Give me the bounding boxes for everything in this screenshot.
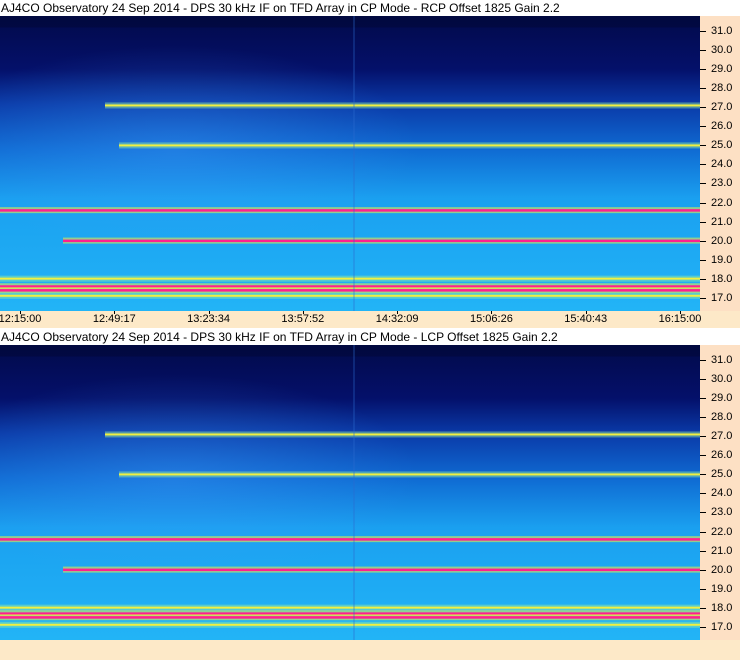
y-tick-mark: [700, 297, 706, 299]
y-tick-mark: [700, 31, 706, 33]
y-tick-label: 23.0: [711, 177, 733, 190]
x-tick-label: 13:23:34: [187, 313, 230, 325]
lcp-spectrogram-canvas: [0, 345, 700, 640]
y-tick-mark: [700, 398, 706, 400]
y-tick-mark: [700, 183, 706, 185]
lcp-time-axis-strip: [0, 640, 740, 660]
y-tick-mark: [700, 436, 706, 438]
emission-band: [0, 538, 700, 541]
rcp-spectrogram-canvas: [0, 16, 700, 311]
emission-band: [0, 616, 700, 619]
y-tick-label: 28.0: [711, 82, 733, 95]
y-tick-label: 31.0: [711, 25, 733, 38]
y-tick-label: 26.0: [711, 449, 733, 462]
y-tick-label: 20.0: [711, 563, 733, 576]
emission-band: [0, 289, 700, 292]
y-tick-mark: [700, 202, 706, 204]
y-tick-label: 17.0: [711, 291, 733, 304]
spectrogram-haze: [0, 345, 700, 640]
x-tick-label: 12:49:17: [92, 313, 136, 325]
y-tick-label: 30.0: [711, 44, 733, 57]
y-tick-label: 22.0: [711, 196, 733, 209]
y-tick-label: 21.0: [711, 544, 733, 557]
y-tick-mark: [700, 512, 706, 514]
y-tick-mark: [700, 379, 706, 381]
y-tick-mark: [700, 50, 706, 52]
y-tick-mark: [700, 588, 706, 590]
x-tick-label: 12:15:00: [0, 313, 42, 325]
y-tick-label: 21.0: [711, 215, 733, 228]
emission-band: [105, 104, 700, 107]
rcp-spectrogram: [0, 16, 700, 311]
y-tick-mark: [700, 240, 706, 242]
spectrogram-haze: [0, 16, 700, 311]
y-tick-label: 28.0: [711, 411, 733, 424]
x-tick-label: 15:06:26: [470, 313, 513, 325]
y-tick-label: 23.0: [711, 506, 733, 519]
spectrogram-top-region: [0, 16, 700, 28]
y-tick-label: 18.0: [711, 272, 733, 285]
emission-band: [63, 568, 700, 572]
y-tick-label: 29.0: [711, 63, 733, 76]
y-tick-label: 30.0: [711, 373, 733, 386]
x-tick-label: 13:57:52: [281, 313, 325, 325]
y-tick-label: 19.0: [711, 582, 733, 595]
rcp-panel-title: AJ4CO Observatory 24 Sep 2014 - DPS 30 k…: [0, 0, 740, 16]
emission-band: [0, 209, 700, 212]
y-tick-label: 31.0: [711, 354, 733, 367]
y-tick-label: 24.0: [711, 487, 733, 500]
y-tick-mark: [700, 626, 706, 628]
spectrogram-top-region: [0, 345, 700, 357]
emission-band: [63, 239, 700, 243]
y-tick-label: 22.0: [711, 525, 733, 538]
y-tick-mark: [700, 607, 706, 609]
y-tick-mark: [700, 360, 706, 362]
y-tick-mark: [700, 550, 706, 552]
y-tick-label: 17.0: [711, 620, 733, 633]
x-tick-label: 16:15:00: [658, 313, 702, 325]
y-tick-label: 25.0: [711, 139, 733, 152]
time-axis: 12:15:00 12:49:17 13:23:34 13:57:52 14:32:09…: [0, 311, 740, 328]
emission-band: [119, 473, 700, 476]
y-tick-mark: [700, 88, 706, 90]
lcp-panel-title: AJ4CO Observatory 24 Sep 2014 - DPS 30 k…: [0, 329, 740, 345]
emission-band: [119, 144, 700, 147]
x-tick-label: 15:40:43: [564, 313, 608, 325]
y-tick-label: 19.0: [711, 253, 733, 266]
y-tick-mark: [700, 126, 706, 128]
y-tick-mark: [700, 259, 706, 261]
y-tick-label: 18.0: [711, 601, 733, 614]
y-tick-mark: [700, 145, 706, 147]
y-tick-label: 27.0: [711, 101, 733, 114]
y-tick-label: 27.0: [711, 430, 733, 443]
emission-band: [105, 433, 700, 436]
rcp-frequency-axis: 31.0 30.0 29.0 28.0 27.0 26.0 25.0 24.0 23.0 22.0…: [700, 16, 740, 311]
y-tick-mark: [700, 164, 706, 166]
y-tick-mark: [700, 455, 706, 457]
y-tick-mark: [700, 221, 706, 223]
emission-band: [0, 623, 700, 626]
y-tick-label: 20.0: [711, 234, 733, 247]
y-tick-label: 29.0: [711, 392, 733, 405]
emission-band: [0, 277, 700, 280]
y-tick-mark: [700, 278, 706, 280]
y-tick-mark: [700, 569, 706, 571]
lcp-spectrogram: [0, 345, 700, 640]
y-tick-mark: [700, 531, 706, 533]
lcp-frequency-axis: 31.0 30.0 29.0 28.0 27.0 26.0 25.0 24.0 23.0 22.0…: [700, 345, 740, 640]
y-tick-mark: [700, 417, 706, 419]
y-tick-mark: [700, 474, 706, 476]
y-tick-mark: [700, 107, 706, 109]
x-tick-label: 14:32:09: [375, 313, 419, 325]
y-tick-mark: [700, 69, 706, 71]
y-tick-label: 25.0: [711, 468, 733, 481]
emission-band: [0, 294, 700, 297]
y-tick-label: 26.0: [711, 120, 733, 133]
y-tick-mark: [700, 493, 706, 495]
y-tick-label: 24.0: [711, 158, 733, 171]
emission-band: [0, 606, 700, 609]
